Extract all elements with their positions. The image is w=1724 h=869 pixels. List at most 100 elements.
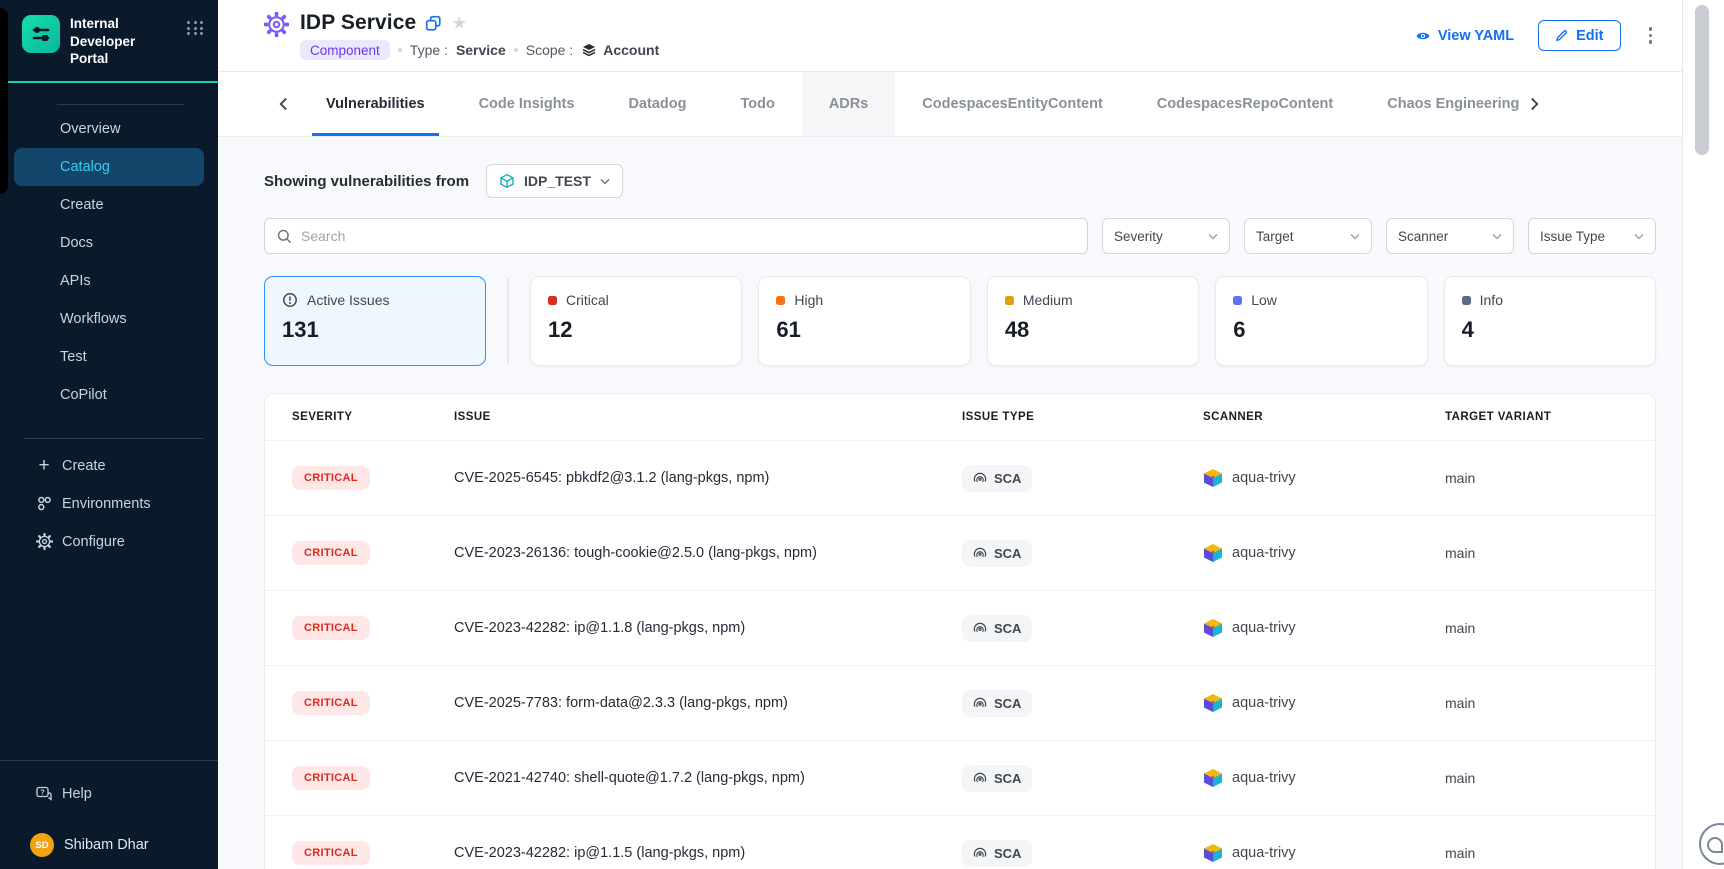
- table-row[interactable]: CRITICAL CVE-2023-42282: ip@1.1.8 (lang-…: [265, 590, 1655, 665]
- target-variant: main: [1445, 770, 1655, 786]
- more-options-icon[interactable]: [1645, 23, 1657, 48]
- tab-chaos-engineering[interactable]: Chaos Engineering: [1360, 72, 1519, 136]
- sidebar-item-copilot[interactable]: CoPilot: [14, 376, 204, 414]
- target-variant: main: [1445, 845, 1655, 861]
- chevron-down-icon: [1634, 233, 1644, 240]
- stat-card-high[interactable]: High 61: [758, 276, 970, 366]
- filter-label: Target: [1256, 229, 1294, 244]
- severity-badge: CRITICAL: [292, 466, 370, 490]
- sidebar-divider: [24, 438, 204, 439]
- vertical-scrollbar[interactable]: [1695, 5, 1709, 155]
- filter-scanner[interactable]: Scanner: [1386, 218, 1514, 254]
- scanner-cell: aqua-trivy: [1203, 468, 1445, 488]
- table-row[interactable]: CRITICAL CVE-2025-7783: form-data@2.3.3 …: [265, 665, 1655, 740]
- trivy-logo-icon: [1203, 768, 1223, 788]
- stat-value: 4: [1462, 317, 1638, 343]
- filter-target[interactable]: Target: [1244, 218, 1372, 254]
- help-button[interactable]: ? Help: [0, 775, 218, 813]
- sidebar-action-environments[interactable]: Environments: [0, 485, 218, 523]
- search-input[interactable]: [301, 228, 1075, 244]
- feedback-widget-icon[interactable]: [1699, 823, 1724, 865]
- sidebar-item-test[interactable]: Test: [14, 338, 204, 376]
- critical-dot: [548, 296, 557, 305]
- stat-card-active-issues[interactable]: Active Issues 131: [264, 276, 486, 366]
- tab-codespaces-entity-content[interactable]: CodespacesEntityContent: [895, 72, 1129, 136]
- issue-text[interactable]: CVE-2023-26136: tough-cookie@2.5.0 (lang…: [454, 545, 962, 561]
- portal-logo[interactable]: [22, 15, 60, 53]
- tab-codespaces-repo-content[interactable]: CodespacesRepoContent: [1130, 72, 1360, 136]
- tab-adrs[interactable]: ADRs: [802, 72, 895, 136]
- stat-card-low[interactable]: Low 6: [1215, 276, 1427, 366]
- sidebar-item-docs[interactable]: Docs: [14, 224, 204, 262]
- table-row[interactable]: CRITICAL CVE-2023-26136: tough-cookie@2.…: [265, 515, 1655, 590]
- sidebar-item-label: Workflows: [60, 311, 127, 327]
- view-yaml-label: View YAML: [1438, 28, 1514, 44]
- stat-card-info[interactable]: Info 4: [1444, 276, 1656, 366]
- issue-text[interactable]: CVE-2025-7783: form-data@2.3.3 (lang-pkg…: [454, 695, 962, 711]
- table-header-row: SEVERITY ISSUE ISSUE TYPE SCANNER TARGET…: [265, 394, 1655, 440]
- fingerprint-icon: [973, 696, 987, 710]
- scanner-name: aqua-trivy: [1232, 770, 1296, 786]
- issue-type-chip: SCA: [962, 690, 1032, 717]
- vulnerabilities-table: SEVERITY ISSUE ISSUE TYPE SCANNER TARGET…: [264, 393, 1656, 869]
- scope-label: Scope :: [526, 42, 573, 58]
- chevron-down-icon: [1350, 233, 1360, 240]
- issue-text[interactable]: CVE-2025-6545: pbkdf2@3.1.2 (lang-pkgs, …: [454, 470, 962, 486]
- help-label: Help: [62, 786, 92, 802]
- issue-type-chip: SCA: [962, 465, 1032, 492]
- copy-icon[interactable]: [425, 15, 442, 32]
- stat-card-medium[interactable]: Medium 48: [987, 276, 1199, 366]
- apps-grid-icon[interactable]: [187, 21, 204, 35]
- project-select[interactable]: IDP_TEST: [486, 164, 623, 198]
- tab-vulnerabilities[interactable]: Vulnerabilities: [299, 72, 452, 136]
- showing-label: Showing vulnerabilities from: [264, 173, 469, 190]
- sidebar-item-label: CoPilot: [60, 387, 107, 403]
- sidebar-action-configure[interactable]: Configure: [0, 523, 218, 561]
- stat-value: 12: [548, 317, 724, 343]
- scanner-cell: aqua-trivy: [1203, 618, 1445, 638]
- stat-card-critical[interactable]: Critical 12: [530, 276, 742, 366]
- table-row[interactable]: CRITICAL CVE-2025-6545: pbkdf2@3.1.2 (la…: [265, 440, 1655, 515]
- favorite-star-icon[interactable]: ★: [451, 14, 467, 32]
- scanner-name: aqua-trivy: [1232, 845, 1296, 861]
- account-layers-icon: [581, 42, 597, 58]
- tabs-scroll-right-icon[interactable]: [1519, 91, 1550, 117]
- issue-text[interactable]: CVE-2021-42740: shell-quote@1.7.2 (lang-…: [454, 770, 962, 786]
- tabs-scroll-left-icon[interactable]: [268, 91, 299, 117]
- sidebar-action-create[interactable]: + Create: [0, 447, 218, 485]
- scanner-cell: aqua-trivy: [1203, 768, 1445, 788]
- issue-text[interactable]: CVE-2023-42282: ip@1.1.8 (lang-pkgs, npm…: [454, 620, 962, 636]
- target-variant: main: [1445, 545, 1655, 561]
- edit-button[interactable]: Edit: [1538, 20, 1620, 51]
- table-row[interactable]: CRITICAL CVE-2023-42282: ip@1.1.5 (lang-…: [265, 815, 1655, 869]
- scanner-name: aqua-trivy: [1232, 695, 1296, 711]
- sidebar-item-apis[interactable]: APIs: [14, 262, 204, 300]
- search-box: [264, 218, 1088, 254]
- sidebar-item-label: APIs: [60, 273, 91, 289]
- filter-issue-type[interactable]: Issue Type: [1528, 218, 1656, 254]
- package-cube-icon: [499, 173, 515, 189]
- issue-text[interactable]: CVE-2023-42282: ip@1.1.5 (lang-pkgs, npm…: [454, 845, 962, 861]
- tab-code-insights[interactable]: Code Insights: [452, 72, 602, 136]
- tab-datadog[interactable]: Datadog: [601, 72, 713, 136]
- view-yaml-button[interactable]: View YAML: [1415, 28, 1514, 44]
- user-menu[interactable]: SD Shibam Dhar: [0, 833, 218, 857]
- sidebar-item-create[interactable]: Create: [14, 186, 204, 224]
- severity-badge: CRITICAL: [292, 766, 370, 790]
- service-gear-icon: [264, 12, 289, 37]
- search-icon: [277, 229, 292, 244]
- trivy-logo-icon: [1203, 693, 1223, 713]
- table-row[interactable]: CRITICAL CVE-2021-42740: shell-quote@1.7…: [265, 740, 1655, 815]
- sidebar-item-catalog[interactable]: Catalog: [14, 148, 204, 186]
- sidebar-item-overview[interactable]: Overview: [14, 110, 204, 148]
- filter-label: Severity: [1114, 229, 1163, 244]
- project-select-value: IDP_TEST: [524, 173, 591, 189]
- tab-todo[interactable]: Todo: [713, 72, 801, 136]
- stat-label-text: Active Issues: [307, 292, 389, 308]
- content-area: Showing vulnerabilities from IDP_TEST: [218, 137, 1682, 869]
- filter-severity[interactable]: Severity: [1102, 218, 1230, 254]
- chevron-down-icon: [600, 178, 610, 185]
- sidebar-item-workflows[interactable]: Workflows: [14, 300, 204, 338]
- sidebar-action-label: Environments: [62, 496, 151, 512]
- column-header-issue-type: ISSUE TYPE: [962, 411, 1203, 423]
